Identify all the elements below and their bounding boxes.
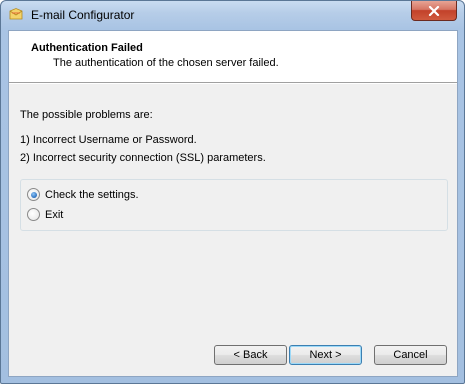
dialog-window: E-mail Configurator Authentication Faile… <box>0 0 465 384</box>
header-divider <box>9 83 457 84</box>
option-label-exit: Exit <box>45 208 64 221</box>
window-title: E-mail Configurator <box>31 8 135 22</box>
close-icon <box>428 5 440 16</box>
problems-intro: The possible problems are: <box>20 109 153 121</box>
envelope-icon <box>9 8 23 20</box>
option-check-settings[interactable]: Check the settings. <box>27 188 139 201</box>
cancel-button[interactable]: Cancel <box>374 345 447 365</box>
option-exit[interactable]: Exit <box>27 208 63 221</box>
header-panel: Authentication Failed The authentication… <box>9 31 457 83</box>
radio-check-settings[interactable] <box>27 188 40 201</box>
dialog-content: Authentication Failed The authentication… <box>8 30 458 377</box>
option-label-check-settings: Check the settings. <box>45 188 139 201</box>
back-button[interactable]: < Back <box>214 345 287 365</box>
problem-item-1: 1) Incorrect Username or Password. <box>20 134 197 146</box>
problem-item-2: 2) Incorrect security connection (SSL) p… <box>20 152 266 164</box>
radio-exit[interactable] <box>27 208 40 221</box>
title-bar[interactable]: E-mail Configurator <box>1 1 464 30</box>
header-title: Authentication Failed <box>31 42 143 54</box>
close-button[interactable] <box>411 1 457 21</box>
options-group: Check the settings. Exit <box>20 179 448 231</box>
header-subtitle: The authentication of the chosen server … <box>53 57 279 69</box>
next-button[interactable]: Next > <box>289 345 362 365</box>
